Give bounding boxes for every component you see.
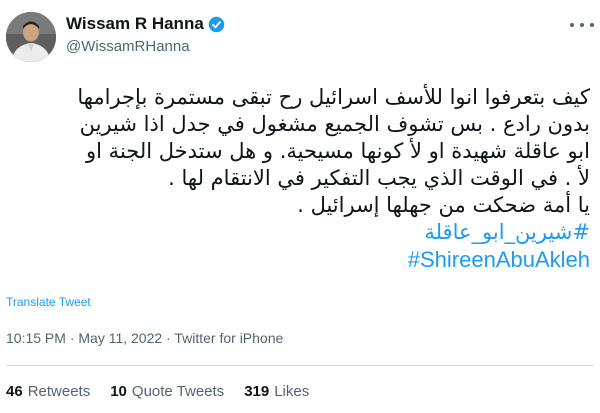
tweet-line: بدون رادع . بس تشوف الجميع مشغول في جدل … (79, 112, 590, 136)
engagement-stats: 46 Retweets 10 Quote Tweets 319 Likes (6, 383, 309, 400)
tweet-line: كيف بتعرفوا انوا للأسف اسرائيل رح تبقى م… (77, 85, 590, 109)
verified-badge-icon (208, 16, 225, 32)
likes-count: 319 (244, 383, 270, 400)
tweet-line: ابو عاقلة شهيدة او لأ كونها مسيحية. و هل… (86, 139, 590, 163)
likes-stat[interactable]: 319 Likes (244, 383, 309, 400)
profile-photo-avatar (6, 12, 56, 62)
tweet-timestamp-source[interactable]: 10:15 PM · May 11, 2022 · Twitter for iP… (6, 330, 283, 346)
retweets-count: 46 (6, 383, 23, 400)
translate-tweet-link[interactable]: Translate Tweet (6, 295, 91, 309)
tweet-line: يا أمة ضحكت من جهلها إسرائيل . (297, 193, 590, 217)
retweets-stat[interactable]: 46 Retweets (6, 383, 90, 400)
quote-tweets-label: Quote Tweets (131, 383, 225, 400)
tweet-card: Wissam R Hanna @WissamRHanna كيف بتعرفوا… (0, 0, 600, 413)
tweet-line: لأ . في الوقت الذي يجب التفكير في الانتق… (168, 166, 590, 190)
divider (6, 365, 594, 366)
likes-label: Likes (274, 383, 310, 400)
author-name-text[interactable]: Wissam R Hanna (66, 14, 204, 34)
author-name[interactable]: Wissam R Hanna (66, 14, 225, 34)
quote-tweets-count: 10 (110, 383, 127, 400)
retweets-label: Retweets (27, 383, 91, 400)
hashtag-link-shireenabuakleh[interactable]: #ShireenAbuAkleh (6, 246, 590, 273)
author-handle[interactable]: @WissamRHanna (66, 38, 190, 55)
quote-tweets-stat[interactable]: 10 Quote Tweets (110, 383, 224, 400)
tweet-text: كيف بتعرفوا انوا للأسف اسرائيل رح تبقى م… (6, 84, 590, 273)
hashtag-link-arabic[interactable]: #شيرين_ابو_عاقلة (6, 219, 590, 246)
more-options-icon[interactable] (570, 18, 594, 32)
avatar[interactable] (6, 12, 56, 62)
